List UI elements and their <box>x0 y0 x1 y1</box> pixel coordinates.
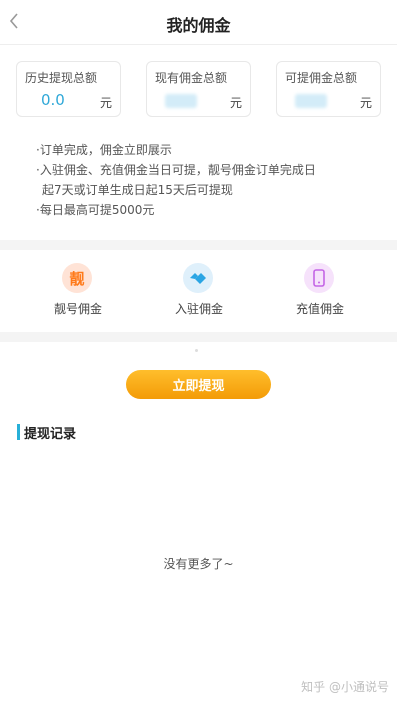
history-withdrawn-total-unit: 元 <box>99 96 112 110</box>
current-commission-total-label: 现有佣金总额 <box>155 71 228 85</box>
history-withdrawn-total-card: 历史提现总额 0.0 元 <box>16 61 121 117</box>
withdrawable-commission-total-value-redacted <box>295 94 327 108</box>
rule-line: ·每日最高可提5000元 <box>36 203 155 217</box>
settle-in-commission-label: 入驻佣金 <box>174 302 223 316</box>
recharge-commission-label: 充值佣金 <box>295 302 344 316</box>
handshake-icon <box>183 263 213 293</box>
rule-line: ·入驻佣金、充值佣金当日可提，靓号佣金订单完成日 <box>36 163 316 177</box>
indicator-dot <box>195 349 198 352</box>
current-commission-total-card: 现有佣金总额 元 <box>146 61 251 117</box>
withdrawable-commission-total-label: 可提佣金总额 <box>285 71 358 85</box>
page-title: 我的佣金 <box>166 16 231 35</box>
settle-in-commission-item[interactable]: 入驻佣金 <box>159 261 239 321</box>
empty-list-text: 没有更多了~ <box>163 557 234 571</box>
rule-line: ·订单完成，佣金立即展示 <box>36 143 172 157</box>
withdraw-now-button[interactable]: 立即提现 <box>126 370 271 399</box>
section-divider <box>0 240 397 250</box>
current-commission-total-value-redacted <box>165 94 197 108</box>
watermark: 知乎 @小通说号 <box>301 680 389 694</box>
withdrawable-commission-total-card: 可提佣金总额 元 <box>276 61 381 117</box>
withdrawable-commission-total-unit: 元 <box>359 96 372 110</box>
rule-line: 起7天或订单生成日起15天后可提现 <box>42 183 233 197</box>
liang-character-icon: 靓 <box>62 263 92 293</box>
section-divider <box>0 332 397 342</box>
liang-commission-label: 靓号佣金 <box>53 302 102 316</box>
history-withdrawn-total-value: 0.0 <box>41 91 65 109</box>
withdrawal-records-title: 提现记录 <box>24 427 77 442</box>
commission-types: 靓 靓号佣金 入驻佣金 充值佣金 <box>0 250 397 332</box>
recharge-commission-item[interactable]: 充值佣金 <box>280 261 360 321</box>
commission-summary: 历史提现总额 0.0 元 现有佣金总额 元 可提佣金总额 元 <box>0 44 397 124</box>
history-withdrawn-total-label: 历史提现总额 <box>25 71 98 85</box>
nav-bar: 我的佣金 <box>0 0 397 45</box>
current-commission-total-unit: 元 <box>229 96 242 110</box>
commission-rules: ·订单完成，佣金立即展示 ·入驻佣金、充值佣金当日可提，靓号佣金订单完成日 起7… <box>36 140 376 220</box>
liang-commission-item[interactable]: 靓 靓号佣金 <box>38 261 118 321</box>
section-accent-bar <box>17 424 20 440</box>
phone-recharge-icon <box>304 263 334 293</box>
